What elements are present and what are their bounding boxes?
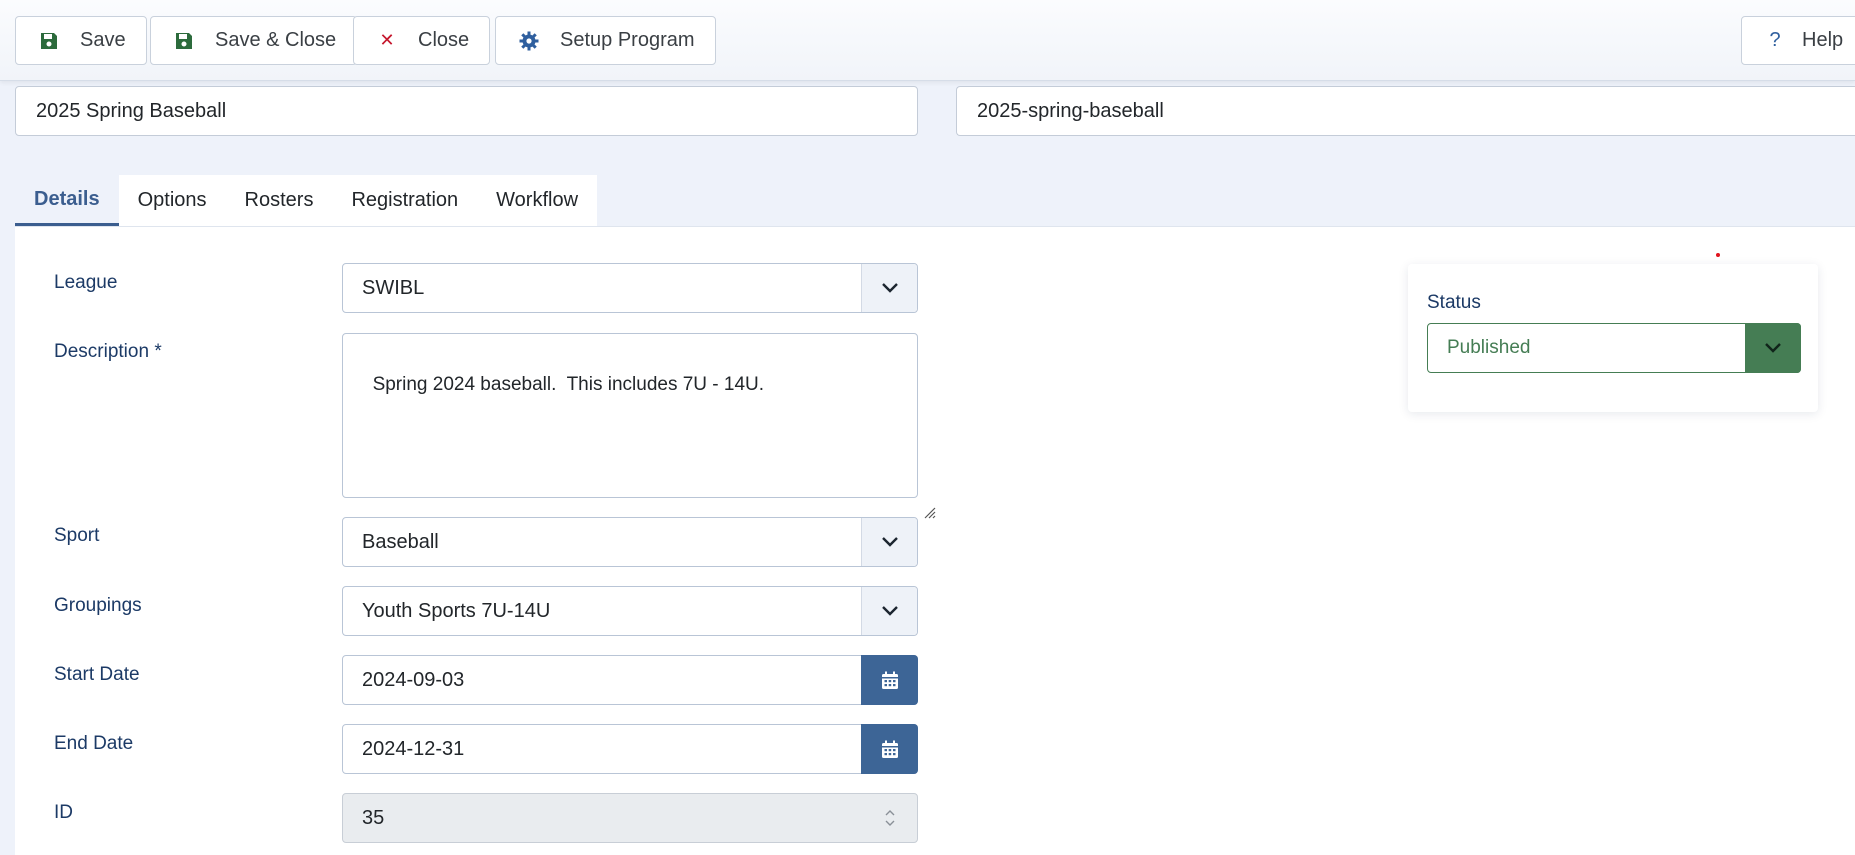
sport-value: Baseball [362, 530, 439, 553]
status-label: Status [1427, 292, 1481, 313]
setup-program-label: Setup Program [560, 29, 695, 51]
resize-handle-icon[interactable] [901, 481, 936, 519]
sport-label: Sport [54, 525, 100, 546]
groupings-select[interactable]: Youth Sports 7U-14U [342, 586, 918, 636]
title-input[interactable]: 2025 Spring Baseball [15, 86, 918, 136]
calendar-button[interactable] [861, 724, 918, 774]
start-date-input[interactable]: 2024-09-03 [342, 655, 918, 705]
save-label: Save [80, 29, 126, 51]
tab-registration[interactable]: Registration [332, 175, 477, 226]
groupings-label: Groupings [54, 595, 142, 616]
help-button[interactable]: ? Help [1741, 16, 1855, 65]
start-date-value: 2024-09-03 [362, 668, 465, 691]
status-card: Status Published [1408, 264, 1818, 412]
close-label: Close [418, 29, 470, 51]
calendar-button[interactable] [861, 655, 918, 705]
groupings-value: Youth Sports 7U-14U [362, 599, 551, 622]
floppy-disk-icon [173, 30, 195, 52]
spinner-icon [885, 809, 895, 833]
chevron-down-icon [861, 264, 917, 312]
sport-select[interactable]: Baseball [342, 517, 918, 567]
x-icon: ✕ [379, 30, 395, 50]
gear-icon [518, 30, 540, 52]
status-select[interactable]: Published [1427, 323, 1801, 373]
save-button[interactable]: Save [15, 16, 147, 65]
league-value: SWIBL [362, 276, 425, 299]
end-date-input[interactable]: 2024-12-31 [342, 724, 918, 774]
chevron-down-icon [1745, 323, 1801, 373]
toolbar: Save Save & Close ✕ Close Setup Program … [0, 0, 1855, 81]
tab-workflow[interactable]: Workflow [477, 175, 597, 226]
chevron-down-icon [861, 587, 917, 635]
league-label: League [54, 272, 118, 293]
status-value: Published [1447, 337, 1531, 358]
id-label: ID [54, 802, 73, 823]
help-label: Help [1802, 29, 1844, 51]
description-label: Description * [54, 341, 162, 362]
close-button[interactable]: ✕ Close [353, 16, 491, 65]
calendar-icon [881, 671, 898, 689]
end-date-label: End Date [54, 733, 134, 754]
question-icon: ? [1769, 29, 1781, 51]
description-textarea[interactable]: Spring 2024 baseball. This includes 7U -… [342, 333, 936, 519]
id-input: 35 [342, 793, 918, 843]
end-date-value: 2024-12-31 [362, 737, 465, 760]
id-value: 35 [362, 806, 385, 829]
indicator-dot [1716, 253, 1720, 257]
setup-program-button[interactable]: Setup Program [495, 16, 716, 65]
chevron-down-icon [861, 518, 917, 566]
start-date-label: Start Date [54, 664, 140, 685]
alias-input[interactable]: 2025-spring-baseball [956, 86, 1855, 136]
floppy-disk-icon [38, 30, 60, 52]
tab-bar: Details Options Rosters Registration Wor… [15, 175, 598, 226]
tab-rosters[interactable]: Rosters [226, 175, 333, 226]
tab-details[interactable]: Details [15, 175, 119, 226]
calendar-icon [881, 740, 898, 758]
save-close-button[interactable]: Save & Close [150, 16, 358, 65]
league-select[interactable]: SWIBL [342, 263, 918, 313]
description-value: Spring 2024 baseball. This includes 7U -… [372, 374, 765, 395]
save-close-label: Save & Close [215, 29, 337, 51]
tab-options[interactable]: Options [119, 175, 226, 226]
